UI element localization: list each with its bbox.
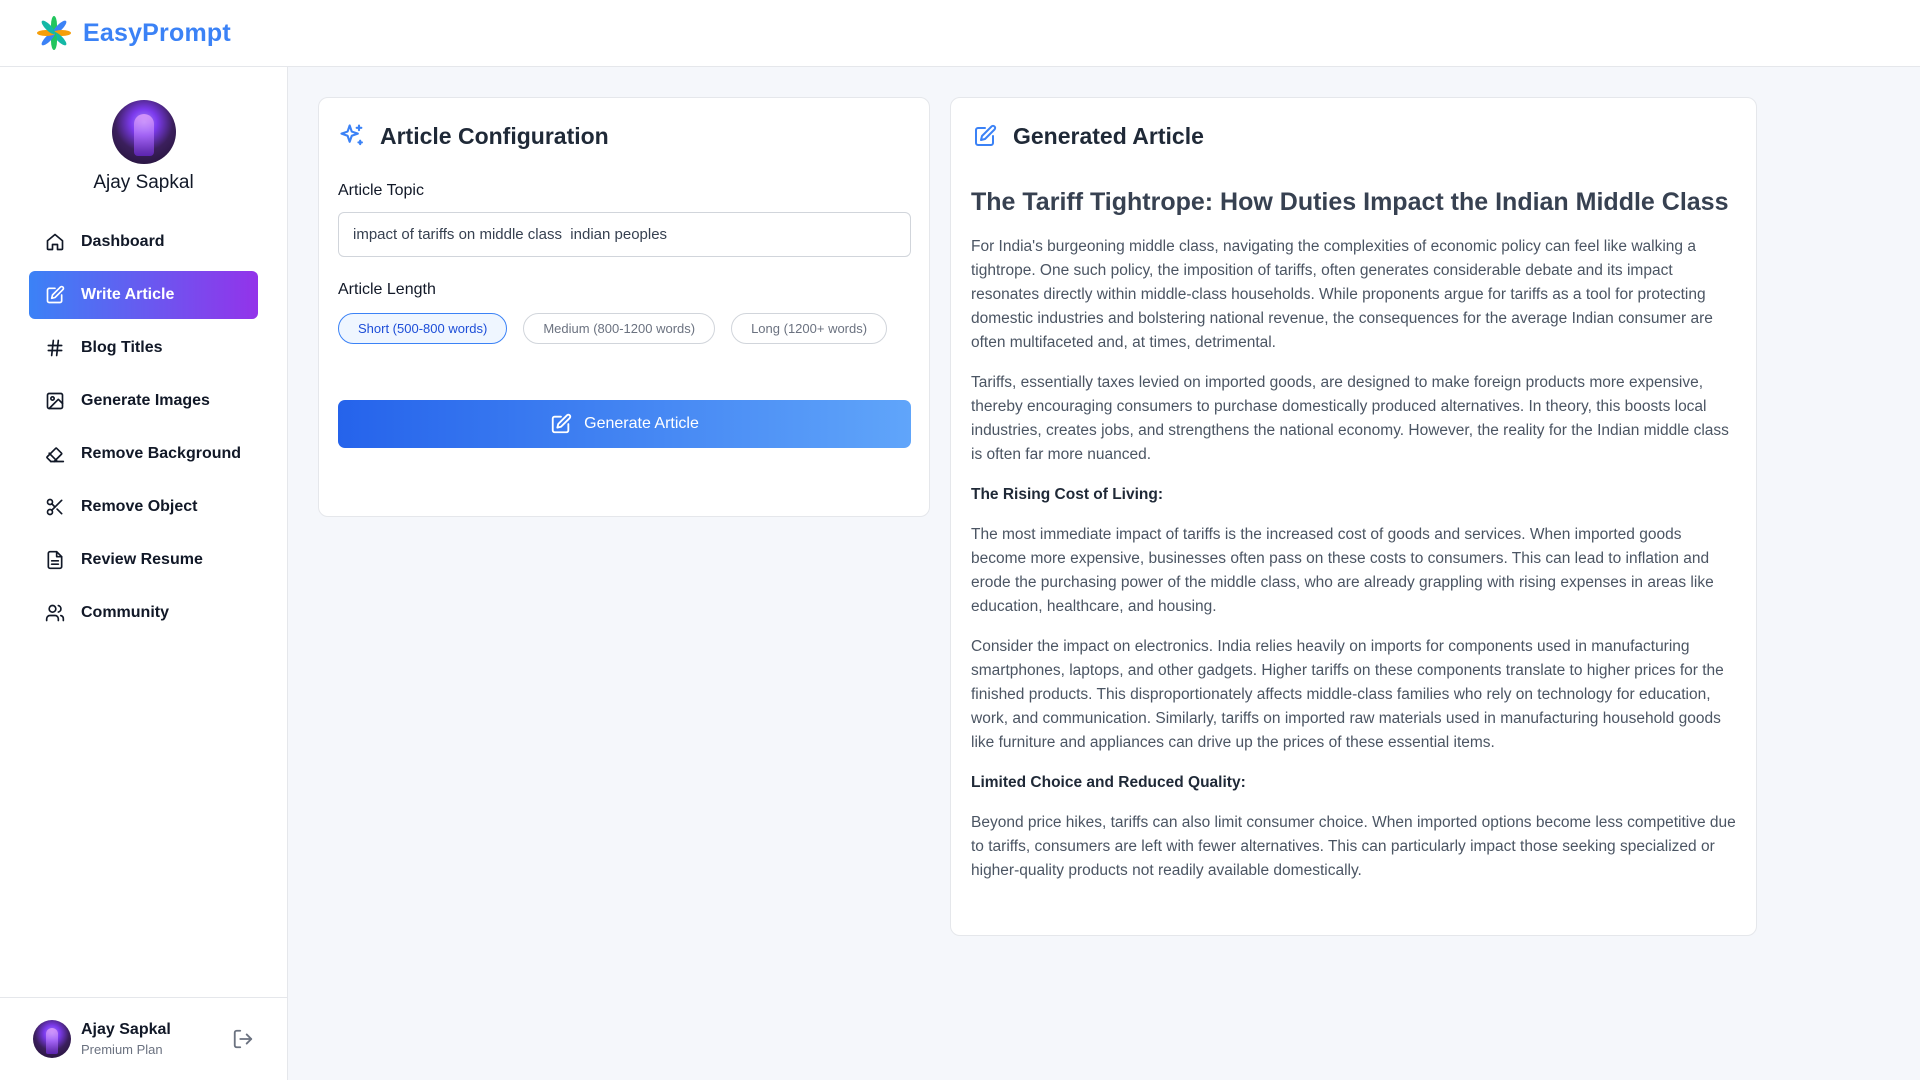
article-subheading: Limited Choice and Reduced Quality:	[971, 774, 1246, 791]
config-title: Article Configuration	[380, 122, 609, 149]
article-length-label: Article Length	[338, 281, 436, 298]
article-paragraph: The most immediate impact of tariffs is …	[971, 526, 1714, 615]
footer-user-name: Ajay Sapkal	[81, 1021, 171, 1038]
sidebar-item-review-resume[interactable]: Review Resume	[29, 536, 258, 584]
avatar	[111, 100, 176, 164]
home-icon	[45, 232, 65, 252]
sidebar-item-write-article[interactable]: Write Article	[29, 271, 258, 319]
sidebar-item-remove-background[interactable]: Remove Background	[29, 430, 258, 478]
article-paragraph: Beyond price hikes, tariffs can also lim…	[971, 814, 1736, 879]
sidebar-item-community[interactable]: Community	[29, 589, 258, 637]
footer-user-plan: Premium Plan	[81, 1042, 163, 1057]
generate-article-label: Generate Article	[584, 415, 699, 432]
scissors-icon	[45, 497, 65, 517]
sidebar-nav: Dashboard Write Article Blog Titles Gene…	[0, 218, 287, 637]
article-configuration-card: Article Configuration Article Topic Arti…	[318, 97, 930, 517]
logo-icon	[37, 16, 71, 50]
sparkles-icon	[338, 122, 366, 150]
hash-icon	[45, 338, 65, 358]
length-option-long[interactable]: Long (1200+ words)	[731, 313, 888, 344]
article-body: For India's burgeoning middle class, nav…	[971, 235, 1736, 883]
top-bar: EasyPrompt	[0, 0, 1920, 67]
sidebar-item-label: Generate Images	[81, 392, 210, 409]
article-topic-label: Article Topic	[338, 182, 424, 199]
logout-icon[interactable]	[232, 1028, 254, 1050]
profile-name: Ajay Sapkal	[93, 172, 194, 193]
article-length-options: Short (500-800 words) Medium (800-1200 w…	[338, 313, 911, 344]
article-paragraph: Consider the impact on electronics. Indi…	[971, 638, 1724, 751]
sidebar-item-label: Remove Background	[81, 445, 242, 462]
article-heading: The Tariff Tightrope: How Duties Impact …	[971, 188, 1729, 216]
generated-article-title: Generated Article	[1013, 122, 1204, 149]
profile-section: Ajay Sapkal	[0, 67, 287, 194]
image-icon	[45, 391, 65, 411]
sidebar-item-remove-object[interactable]: Remove Object	[29, 483, 258, 531]
edit-icon	[551, 413, 572, 434]
edit-icon	[45, 285, 65, 305]
eraser-icon	[45, 444, 65, 464]
sidebar: Ajay Sapkal Dashboard Write Article Blog…	[0, 67, 288, 1080]
sidebar-item-blog-titles[interactable]: Blog Titles	[29, 324, 258, 372]
article-paragraph: For India's burgeoning middle class, nav…	[971, 238, 1713, 351]
length-option-short[interactable]: Short (500-800 words)	[338, 313, 508, 344]
sidebar-item-dashboard[interactable]: Dashboard	[29, 218, 258, 266]
sidebar-item-label: Blog Titles	[81, 339, 163, 356]
users-icon	[45, 603, 65, 623]
sidebar-item-label: Dashboard	[81, 233, 165, 250]
edit-icon	[971, 122, 999, 150]
sidebar-item-label: Community	[81, 604, 169, 621]
sidebar-item-label: Review Resume	[81, 551, 203, 568]
generated-article-card: Generated Article The Tariff Tightrope: …	[950, 97, 1757, 936]
avatar[interactable]	[33, 1020, 71, 1058]
article-subheading: The Rising Cost of Living:	[971, 486, 1164, 503]
app-name[interactable]: EasyPrompt	[83, 19, 231, 48]
sidebar-item-label: Remove Object	[81, 498, 198, 515]
sidebar-footer: Ajay Sapkal Premium Plan	[0, 997, 287, 1080]
length-option-medium[interactable]: Medium (800-1200 words)	[523, 313, 716, 344]
article-topic-input[interactable]	[338, 212, 911, 257]
sidebar-item-generate-images[interactable]: Generate Images	[29, 377, 258, 425]
generate-article-button[interactable]: Generate Article	[338, 400, 911, 448]
sidebar-item-label: Write Article	[81, 286, 175, 303]
file-text-icon	[45, 550, 65, 570]
article-paragraph: Tariffs, essentially taxes levied on imp…	[971, 374, 1729, 463]
